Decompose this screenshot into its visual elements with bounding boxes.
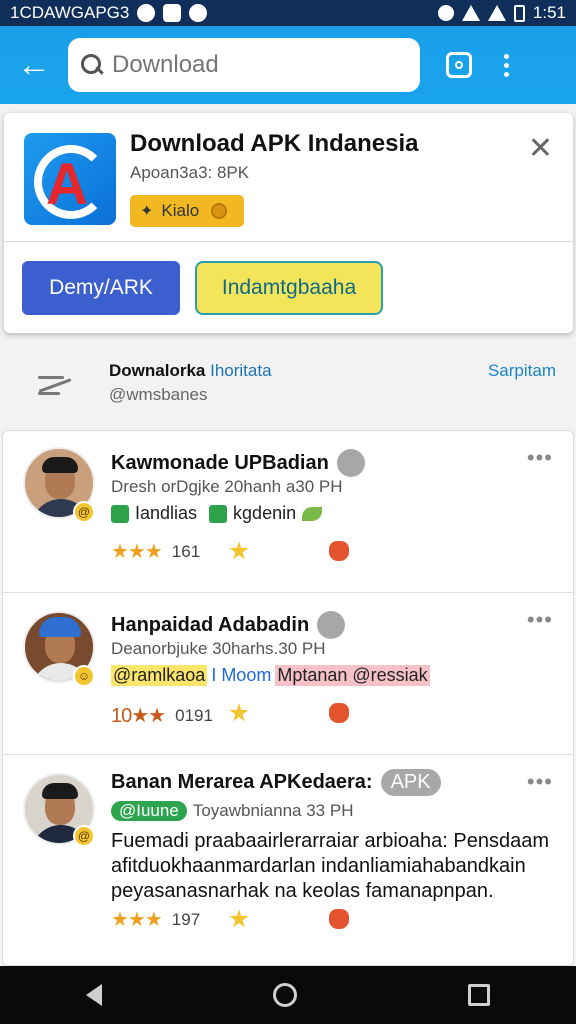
primary-button[interactable]: Demy/ARK <box>22 261 180 315</box>
author-name: Banan Merarea APKedaera: <box>111 771 373 793</box>
app-bar: ← <box>0 26 576 104</box>
list-item[interactable]: ☺ Hanpaidad Adabadin ••• Deanorbjuke 30h… <box>3 593 573 755</box>
feed-header: Downalorka Ihoritata @wmsbanes Sarpitam <box>0 345 576 425</box>
green-tag: @Iuune <box>111 801 187 821</box>
author-name: Hanpaidad Adabadin <box>111 613 310 636</box>
award-icon[interactable] <box>229 703 249 722</box>
verified-icon <box>336 449 365 477</box>
leaf-icon <box>302 506 323 521</box>
badge-icon: @ <box>73 501 95 523</box>
overflow-menu-icon[interactable] <box>504 53 509 77</box>
post-author: Kawmonade UPBadian <box>111 449 365 477</box>
secondary-button[interactable]: Indamtgbaaha <box>195 261 383 315</box>
post-meta: Deanorbjuke 30harhs.30 PH <box>111 639 326 658</box>
more-options-icon[interactable]: ••• <box>527 445 553 471</box>
rating-count: 0191 <box>175 705 213 725</box>
camera-scan-icon[interactable] <box>446 52 472 78</box>
lock-icon <box>163 4 182 22</box>
list-item[interactable]: @ Banan Merarea APKedaera: APK ••• @Iuun… <box>3 755 573 965</box>
highlight-tag: I Moom <box>211 665 272 685</box>
more-options-icon[interactable]: ••• <box>527 607 553 633</box>
tag-label: Iandlias <box>135 503 198 523</box>
sparkle-icon: ✦ <box>140 203 154 220</box>
nav-back-icon[interactable] <box>85 984 102 1006</box>
banner-chip[interactable]: ✦ Kialo <box>130 195 244 227</box>
feed-title: Downalorka Ihoritata <box>109 361 272 381</box>
more-options-icon[interactable]: ••• <box>527 769 553 795</box>
status-bar: 1CDAWGAPG3 1:51 <box>0 0 576 26</box>
tag-label: kgdenin <box>233 503 297 523</box>
post-tags: @ramlkaoa I Moom Mptanan @ressiak <box>111 665 430 686</box>
nav-home-icon[interactable] <box>272 983 297 1007</box>
battery-icon <box>513 4 525 22</box>
rating-row: ★★★ 197 <box>111 907 200 932</box>
alarm-icon <box>437 5 454 21</box>
check-icon <box>209 504 228 523</box>
system-nav-bar <box>0 966 576 1024</box>
search-icon <box>80 53 104 77</box>
feed-link[interactable]: Sarpitam <box>488 361 556 381</box>
verified-icon <box>317 611 346 639</box>
notification-icon <box>137 4 156 22</box>
close-icon[interactable]: ✕ <box>528 131 553 166</box>
rating-stars: ★★★ <box>111 541 163 563</box>
trend-icon <box>38 372 72 396</box>
app-icon <box>111 504 129 523</box>
post-list: @ Kawmonade UPBadian ••• Dresh orDgjke 2… <box>2 430 574 966</box>
banner-chip-label: Kialo <box>161 201 200 220</box>
divider <box>4 241 573 242</box>
post-author: Banan Merarea APKedaera: APK <box>111 769 441 796</box>
banner-subtitle: Apoan3a3: 8PK <box>130 163 250 182</box>
app-banner-card: A Download APK Indanesia Apoan3a3: 8PK ✦… <box>4 113 573 333</box>
banner-title: Download APK Indanesia <box>130 130 419 157</box>
status-carrier-text: 1CDAWGAPG3 <box>10 3 130 22</box>
rating-count: 197 <box>171 909 201 929</box>
author-name: Kawmonade UPBadian <box>111 451 329 474</box>
nav-recents-icon[interactable] <box>468 984 491 1006</box>
badge-icon: @ <box>73 825 95 847</box>
fire-icon[interactable] <box>329 909 349 929</box>
feed-title-rest: Ihoritata <box>210 361 272 380</box>
rating-count: 161 <box>171 541 201 561</box>
badge-icon: ☺ <box>73 665 95 687</box>
highlight-tag: Mptanan @ressiak <box>275 665 430 686</box>
post-tags: Iandlias kgdenin <box>111 503 323 524</box>
highlight-tag: @ramlkaoa <box>111 665 208 686</box>
app-notification-icon <box>189 4 208 22</box>
search-input[interactable] <box>112 51 402 79</box>
search-box[interactable] <box>68 38 420 92</box>
post-body: Fuemadi praabaairlerarraiar arbioaha: Pe… <box>111 830 550 902</box>
rating-stars: 10★★ <box>111 705 166 727</box>
rating-row: 10★★ 0191 <box>111 703 213 728</box>
award-icon[interactable] <box>229 541 249 560</box>
post-author: Hanpaidad Adabadin <box>111 611 346 639</box>
apk-pill: APK <box>380 769 441 796</box>
fire-icon[interactable] <box>329 703 349 723</box>
list-item[interactable]: @ Kawmonade UPBadian ••• Dresh orDgjke 2… <box>3 431 573 593</box>
wifi-icon <box>461 5 480 21</box>
coin-icon <box>211 203 228 219</box>
feed-handle: @wmsbanes <box>109 385 208 404</box>
app-logo-icon: A <box>24 133 116 225</box>
post-meta: Toyawbnianna 33 PH <box>192 801 354 820</box>
feed-title-bold: Downalorka <box>109 361 206 380</box>
fire-icon[interactable] <box>329 541 349 561</box>
post-meta-row: @Iuune Toyawbnianna 33 PH <box>111 801 353 821</box>
rating-stars: ★★★ <box>111 909 163 931</box>
signal-icon <box>487 5 506 21</box>
back-arrow-icon[interactable]: ← <box>0 26 68 104</box>
status-time: 1:51 <box>532 3 566 22</box>
post-meta: Dresh orDgjke 20hanh a30 PH <box>111 477 343 496</box>
award-icon[interactable] <box>229 909 249 928</box>
rating-row: ★★★ 161 <box>111 539 200 564</box>
